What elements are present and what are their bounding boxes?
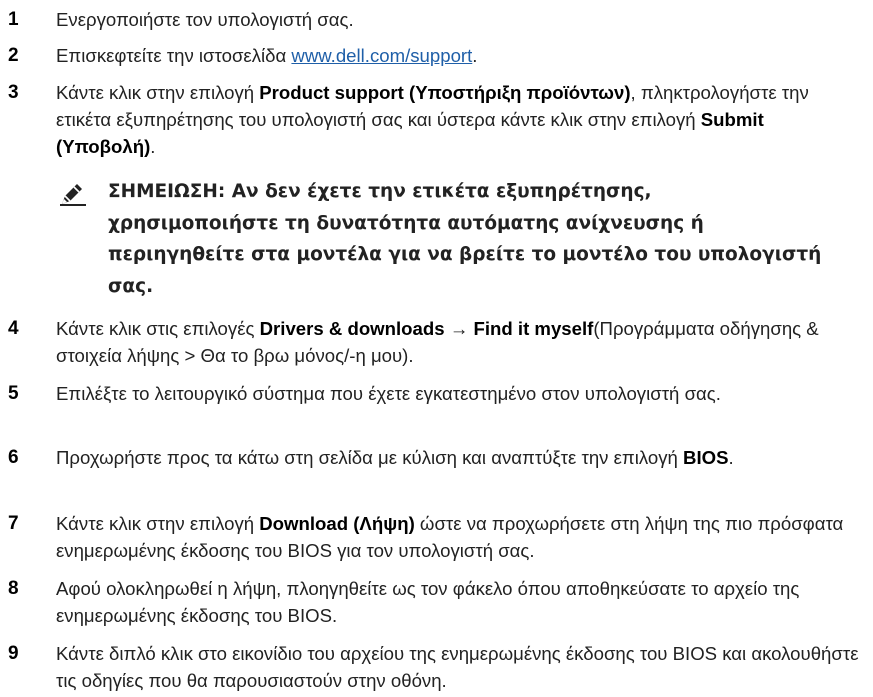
note-box: ΣΗΜΕΙΩΣΗ: Αν δεν έχετε την ετικέτα εξυπη… <box>56 176 861 306</box>
step-text-part: Προχωρήστε προς τα κάτω στη σελίδα με κύ… <box>56 447 684 468</box>
step-text: Επισκεφτείτε την ιστοσελίδα www.dell.com… <box>56 42 861 69</box>
bios-label: BIOS <box>683 447 729 468</box>
step-number: 3 <box>8 82 19 103</box>
drivers-downloads-label: Drivers & downloads <box>259 318 445 339</box>
step-text-part: Κάντε κλικ στην επιλογή <box>56 513 260 534</box>
step-number: 1 <box>8 9 19 30</box>
step-text: Επιλέξτε το λειτουργικό σύστημα που έχετ… <box>56 383 721 404</box>
download-label: Download (Λήψη) <box>259 513 415 534</box>
arrow-icon: → <box>444 318 474 339</box>
step-text-part: Κάντε κλικ στην επιλογή <box>56 82 260 103</box>
step-text: Προχωρήστε προς τα κάτω στη σελίδα με κύ… <box>56 444 861 471</box>
step-text-part: . <box>150 136 156 157</box>
step-text: Κάντε κλικ στην επιλογή Product support … <box>56 79 861 160</box>
pencil-note-icon <box>60 184 86 206</box>
step-text-suffix: . <box>472 45 478 66</box>
note-text: ΣΗΜΕΙΩΣΗ: Αν δεν έχετε την ετικέτα εξυπη… <box>108 181 822 297</box>
dell-support-link[interactable]: www.dell.com/support <box>291 45 472 66</box>
step-number: 5 <box>8 383 19 404</box>
step-number: 2 <box>8 45 19 66</box>
step-text: Ενεργοποιήστε τον υπολογιστή σας. <box>56 9 354 30</box>
step-number: 9 <box>8 643 19 664</box>
step-text-part: . <box>728 447 734 468</box>
find-it-myself-label: Find it myself <box>473 318 594 339</box>
step-number: 6 <box>8 447 19 468</box>
step-text: Κάντε κλικ στην επιλογή Download (Λήψη) … <box>56 510 861 564</box>
step-text: Κάντε κλικ στις επιλογές Drivers & downl… <box>56 315 861 369</box>
step-number: 7 <box>8 513 19 534</box>
step-text-part: Κάντε κλικ στις επιλογές <box>56 318 260 339</box>
product-support-label: Product support (Υποστήριξη προϊόντων) <box>259 82 631 103</box>
step-number: 8 <box>8 578 19 599</box>
step-text: Αφού ολοκληρωθεί η λήψη, πλοηγηθείτε ως … <box>56 578 800 626</box>
instructions-page: 1 Ενεργοποιήστε τον υπολογιστή σας. 2 Επ… <box>0 0 873 697</box>
step-text: Κάντε διπλό κλικ στο εικονίδιο του αρχεί… <box>56 643 859 691</box>
step-text-prefix: Επισκεφτείτε την ιστοσελίδα <box>56 45 292 66</box>
step-number: 4 <box>8 318 19 339</box>
